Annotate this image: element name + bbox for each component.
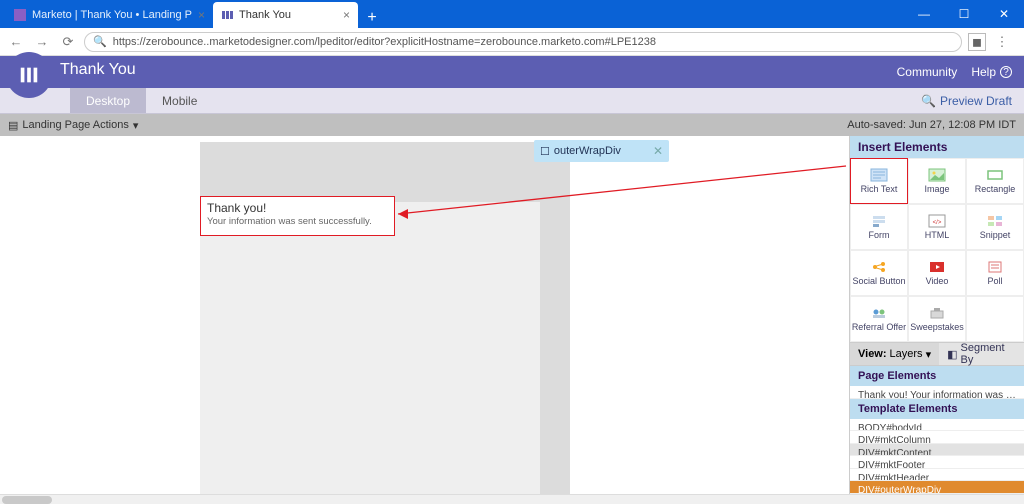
browser-tab-inactive[interactable]: Marketo | Thank You • Landing P × [6,2,213,28]
close-icon[interactable]: × [198,8,205,22]
rich-text-element[interactable]: Thank you! Your information was sent suc… [200,196,395,236]
maximize-button[interactable]: ☐ [944,0,984,28]
template-element-item[interactable]: DIV#mktFooter [850,456,1024,469]
element-html[interactable]: </>HTML [908,204,966,250]
close-icon[interactable]: × [343,8,350,22]
autosave-status: Auto-saved: Jun 27, 12:08 PM IDT [847,119,1016,131]
richtext-subtitle: Your information was sent successfully. [207,216,388,227]
tab-title: Thank You [239,9,291,21]
element-video[interactable]: Video [908,250,966,296]
page-title: Thank You [60,61,136,79]
insert-elements-header: Insert Elements [850,136,1024,158]
template-element-item[interactable]: DIV#mktHeader [850,469,1024,482]
deselect-icon[interactable]: ✕ [653,144,663,158]
canvas[interactable]: Thank you! Your information was sent suc… [0,136,849,494]
community-link[interactable]: Community [897,65,958,79]
url-text: https://zerobounce..marketodesigner.com/… [113,36,656,48]
element-referral-offer[interactable]: Referral Offer [850,296,908,342]
url-input[interactable]: 🔍 https://zerobounce..marketodesigner.co… [84,32,962,52]
chevron-down-icon: ▾ [133,119,139,132]
tab-favicon [221,9,233,21]
element-image[interactable]: Image [908,158,966,204]
page-element-item[interactable]: Thank you! Your information was sent s..… [850,386,1024,399]
view-toggle-row: View: Layers ▾ ◧ Segment By [850,342,1024,366]
workspace: Thank you! Your information was sent suc… [0,136,1024,494]
help-icon: ? [1000,66,1012,78]
tab-title: Marketo | Thank You • Landing P [32,9,192,21]
landing-page-actions-menu[interactable]: ▤ Landing Page Actions ▾ [8,119,138,132]
scrollbar-thumb[interactable] [2,496,52,504]
view-tabs: Desktop Mobile 🔍 Preview Draft [0,88,1024,114]
element-snippet[interactable]: Snippet [966,204,1024,250]
page-elements-header: Page Elements [850,366,1024,386]
reload-button[interactable]: ⟳ [58,32,78,52]
template-element-item-selected[interactable]: DIV#outerWrapDiv [850,481,1024,494]
svg-text:</>: </> [933,220,942,226]
checkbox-icon: ☐ [540,145,550,158]
horizontal-scrollbar[interactable] [0,494,1024,504]
segment-icon: ◧ [947,348,957,361]
canvas-content-area [200,202,540,494]
browser-tabs: Marketo | Thank You • Landing P × Thank … [6,2,382,28]
preview-draft-button[interactable]: 🔍 Preview Draft [909,88,1024,113]
insert-elements-grid: Rich Text Image Rectangle Form </>HTML S… [850,158,1024,342]
template-element-item[interactable]: DIV#mktContent [850,444,1024,457]
forward-button[interactable]: → [32,32,52,52]
window-controls: — ☐ ✕ [904,0,1024,28]
close-window-button[interactable]: ✕ [984,0,1024,28]
chevron-down-icon: ▾ [926,348,932,361]
view-layers-dropdown[interactable]: View: Layers ▾ [850,343,939,365]
header-links: Community Help? [897,65,1012,79]
element-rectangle[interactable]: Rectangle [966,158,1024,204]
browser-titlebar: Marketo | Thank You • Landing P × Thank … [0,0,1024,28]
richtext-title: Thank you! [207,201,388,215]
element-rich-text[interactable]: Rich Text [850,158,908,204]
page-icon: ▤ [8,119,18,132]
template-element-item[interactable]: BODY#bodyId [850,419,1024,432]
right-panel: Insert Elements Rich Text Image Rectangl… [849,136,1024,494]
help-link[interactable]: Help? [971,65,1012,79]
element-form[interactable]: Form [850,204,908,250]
template-element-item[interactable]: DIV#mktColumn [850,431,1024,444]
element-sweepstakes[interactable]: Sweepstakes [908,296,966,342]
tab-favicon [14,9,26,21]
element-poll[interactable]: Poll [966,250,1024,296]
app-logo[interactable] [6,52,52,98]
address-bar: ← → ⟳ 🔍 https://zerobounce..marketodesig… [0,28,1024,56]
app-header: Thank You Community Help? [0,56,1024,88]
back-button[interactable]: ← [6,32,26,52]
canvas-column [200,142,570,494]
actions-bar: ▤ Landing Page Actions ▾ Auto-saved: Jun… [0,114,1024,136]
menu-icon[interactable]: ⋮ [992,32,1012,52]
selected-element-pill[interactable]: ☐ outerWrapDiv ✕ [534,140,669,162]
search-icon: 🔍 [921,94,936,108]
profile-icon[interactable]: ◼ [968,33,986,51]
minimize-button[interactable]: — [904,0,944,28]
template-elements-header: Template Elements [850,399,1024,419]
new-tab-button[interactable]: + [362,8,382,28]
element-empty [966,296,1024,342]
tab-desktop[interactable]: Desktop [70,88,146,113]
tab-mobile[interactable]: Mobile [146,88,213,113]
browser-tab-active[interactable]: Thank You × [213,2,358,28]
lock-icon: 🔍 [93,35,107,48]
element-social-button[interactable]: Social Button [850,250,908,296]
segment-by-button[interactable]: ◧ Segment By [939,342,1024,366]
